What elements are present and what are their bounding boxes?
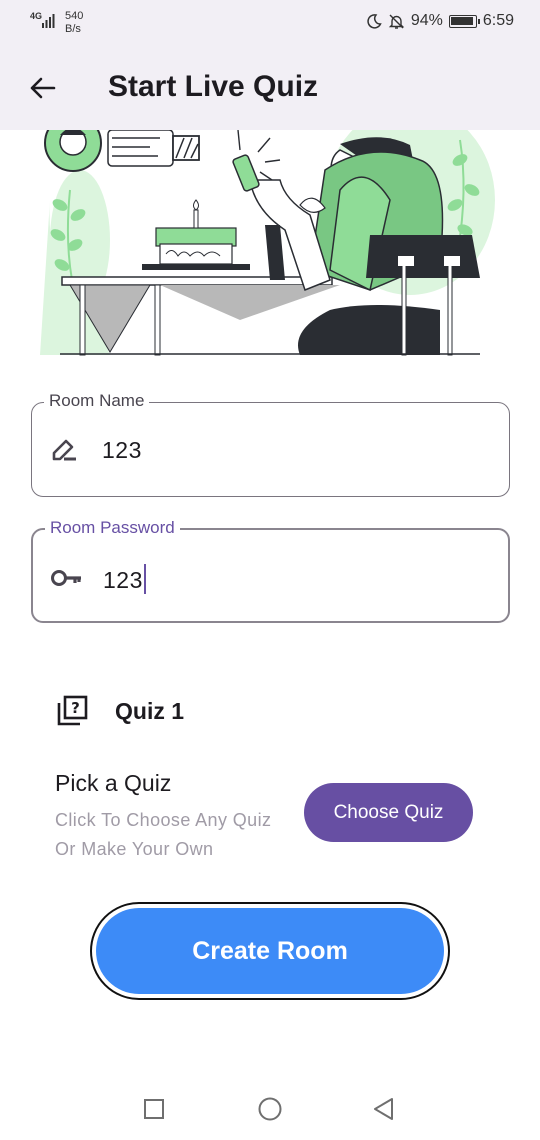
text-cursor	[143, 564, 146, 594]
pick-quiz-subtitle: Click To Choose Any Quiz Or Make Your Ow…	[55, 810, 272, 859]
hero-illustration	[40, 130, 500, 360]
back-triangle-icon[interactable]	[369, 1094, 399, 1124]
system-nav-bar	[0, 1076, 540, 1140]
page-title: Start Live Quiz	[108, 70, 319, 103]
celebration-illustration	[40, 130, 495, 356]
signal-icon	[42, 14, 55, 28]
battery-percent: 94%	[410, 12, 443, 29]
quiz-name: Quiz 1	[115, 697, 185, 724]
network-type: 4G	[30, 11, 43, 21]
app-bar: Start Live Quiz	[0, 44, 540, 130]
room-name-label: Room Name	[44, 391, 150, 411]
edit-pencil-icon	[52, 439, 76, 461]
choose-quiz-button[interactable]: Choose Quiz	[304, 783, 473, 842]
room-password-value: 123	[103, 567, 143, 593]
room-password-label: Room Password	[45, 518, 180, 538]
arrow-left-icon	[30, 77, 56, 99]
create-room-label: Create Room	[96, 908, 444, 994]
clock: 6:59	[482, 12, 514, 29]
status-bar: 4G 540 B/s 94% 6:59	[0, 0, 540, 44]
key-icon	[51, 570, 81, 586]
moon-icon	[367, 14, 382, 29]
room-password-input[interactable]: 123	[103, 564, 146, 594]
pick-quiz-title: Pick a Quiz	[55, 770, 172, 796]
status-right: 94% 6:59	[366, 12, 514, 30]
speed-value: 540	[65, 10, 84, 22]
create-room-button[interactable]: Create Room	[90, 902, 450, 1000]
network-speed: 540 B/s	[65, 10, 83, 36]
back-button[interactable]	[22, 68, 62, 108]
selected-quiz: ? Quiz 1	[55, 693, 184, 729]
svg-text:?: ?	[71, 699, 80, 717]
home-circle-icon[interactable]	[255, 1094, 285, 1124]
speed-unit: B/s	[65, 23, 81, 35]
room-name-field[interactable]: Room Name 123	[31, 391, 510, 497]
recents-square-icon[interactable]	[139, 1094, 169, 1124]
bell-off-icon	[388, 14, 405, 29]
battery-icon	[448, 14, 480, 28]
room-name-input[interactable]: 123	[102, 437, 142, 464]
quiz-question-icon: ?	[57, 695, 88, 726]
room-password-field[interactable]: Room Password 123	[31, 518, 510, 623]
